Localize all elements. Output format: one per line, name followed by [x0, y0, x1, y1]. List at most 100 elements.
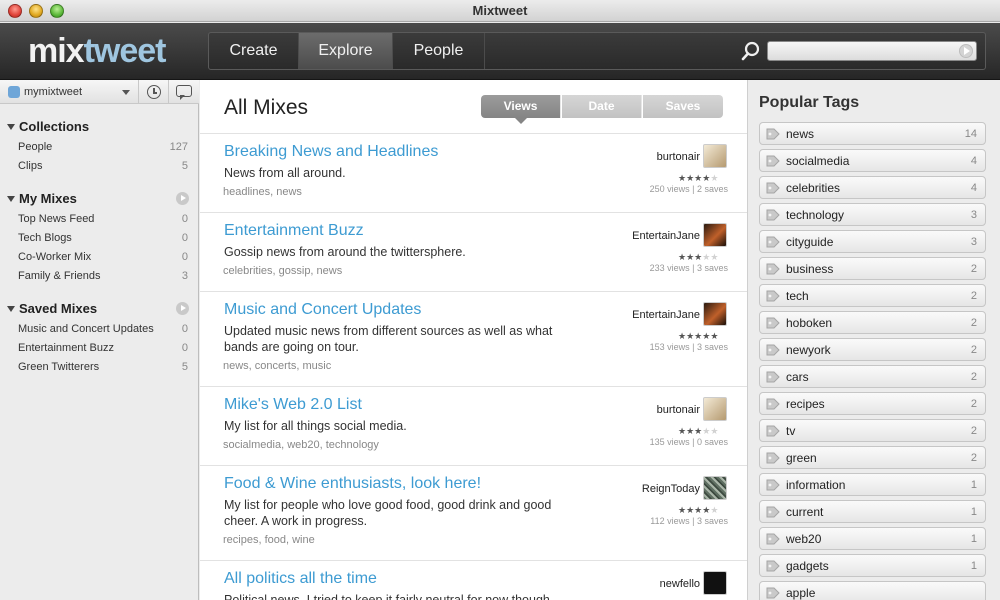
nav-tab-explore[interactable]: Explore [299, 33, 393, 69]
sidebar-item-tech-blogs[interactable]: Tech Blogs 0 [18, 232, 188, 244]
star-icon: ★ [678, 505, 687, 515]
sidebar-item-count: 0 [181, 251, 188, 263]
mix-stats: 250 views | 2 saves [649, 184, 728, 194]
tag-item[interactable]: gadgets 1 [759, 554, 986, 577]
sidebar-item-label: Music and Concert Updates [18, 323, 154, 335]
tag-count: 3 [970, 236, 977, 248]
tag-name: apple [786, 586, 816, 600]
tag-count: 2 [970, 371, 977, 383]
mix-tags[interactable]: socialmedia, web20, technology [223, 439, 379, 451]
mix-author[interactable]: EntertainJane [632, 309, 700, 321]
zoom-window-button[interactable] [50, 4, 64, 18]
mix-row: All politics all the time Political news… [200, 560, 747, 600]
tag-item[interactable]: cityguide 3 [759, 230, 986, 253]
chat-bubble-icon [176, 85, 192, 100]
account-selector[interactable]: mymixtweet [6, 83, 134, 101]
rating-stars: ★★★★★ [678, 173, 718, 184]
section-saved-mixes[interactable]: Saved Mixes [7, 301, 97, 316]
tag-item[interactable]: apple [759, 581, 986, 600]
sidebar-item-music-concert-updates[interactable]: Music and Concert Updates 0 [18, 323, 188, 335]
mix-title-link[interactable]: All politics all the time [224, 570, 377, 588]
tag-item[interactable]: green 2 [759, 446, 986, 469]
disclosure-triangle-icon [7, 305, 15, 312]
tag-item[interactable]: current 1 [759, 500, 986, 523]
star-icon: ★ [678, 252, 687, 262]
mix-tags[interactable]: news, concerts, music [223, 360, 331, 372]
minimize-window-button[interactable] [29, 4, 43, 18]
mix-title-link[interactable]: Breaking News and Headlines [224, 143, 438, 161]
tag-item[interactable]: socialmedia 4 [759, 149, 986, 172]
avatar[interactable] [703, 223, 727, 247]
search-input[interactable] [767, 41, 977, 61]
tag-item[interactable]: hoboken 2 [759, 311, 986, 334]
section-collections[interactable]: Collections [7, 119, 89, 134]
tag-icon [766, 182, 780, 194]
mix-author[interactable]: ReignToday [642, 483, 700, 495]
avatar[interactable] [703, 476, 727, 500]
mix-stats: 112 views | 3 saves [650, 516, 728, 526]
avatar[interactable] [703, 144, 727, 168]
mix-author[interactable]: burtonair [657, 404, 700, 416]
sidebar-item-co-worker-mix[interactable]: Co-Worker Mix 0 [18, 251, 188, 263]
mix-title-link[interactable]: Music and Concert Updates [224, 301, 421, 319]
sidebar-item-top-news-feed[interactable]: Top News Feed 0 [18, 213, 188, 225]
avatar[interactable] [703, 302, 727, 326]
search-icon[interactable] [741, 41, 761, 61]
sidebar-item-label: Tech Blogs [18, 232, 72, 244]
mix-row: Mike's Web 2.0 List My list for all thin… [200, 386, 747, 465]
app-logo[interactable]: mixtweet [28, 31, 167, 71]
star-icon: ★ [686, 331, 695, 341]
mix-tags[interactable]: celebrities, gossip, news [223, 265, 342, 277]
mix-tags[interactable]: headlines, news [223, 186, 302, 198]
tag-item[interactable]: technology 3 [759, 203, 986, 226]
tag-count: 2 [970, 317, 977, 329]
history-button[interactable] [138, 80, 168, 104]
twitter-bird-icon [8, 86, 20, 98]
mix-title-link[interactable]: Food & Wine enthusiasts, look here! [224, 475, 481, 493]
tag-name: socialmedia [786, 154, 850, 168]
sidebar-item-count: 0 [181, 232, 188, 244]
sort-saves-button[interactable]: Saves [643, 95, 723, 118]
tag-item[interactable]: information 1 [759, 473, 986, 496]
tag-name: recipes [786, 397, 825, 411]
mix-tags[interactable]: recipes, food, wine [223, 534, 315, 546]
messages-button[interactable] [168, 80, 198, 104]
sidebar-item-clips[interactable]: Clips 5 [18, 160, 188, 172]
tag-item[interactable]: tech 2 [759, 284, 986, 307]
sidebar-item-label: Top News Feed [18, 213, 95, 225]
tag-item[interactable]: newyork 2 [759, 338, 986, 361]
sidebar-item-people[interactable]: People 127 [18, 141, 188, 153]
mix-row: Music and Concert Updates Updated music … [200, 291, 747, 386]
mix-author[interactable]: newfello [660, 578, 700, 590]
mix-author[interactable]: burtonair [657, 151, 700, 163]
sidebar-item-family-friends[interactable]: Family & Friends 3 [18, 270, 188, 282]
play-icon[interactable] [176, 302, 189, 315]
sidebar-item-entertainment-buzz[interactable]: Entertainment Buzz 0 [18, 342, 188, 354]
tag-item[interactable]: recipes 2 [759, 392, 986, 415]
main-content: All Mixes Views Date Saves Breaking News… [200, 80, 748, 600]
app-header: mixtweet Create Explore People [0, 23, 1000, 80]
tag-item[interactable]: tv 2 [759, 419, 986, 442]
tag-item[interactable]: news 14 [759, 122, 986, 145]
sort-date-button[interactable]: Date [562, 95, 642, 118]
search-go-button[interactable] [959, 44, 973, 58]
mix-title-link[interactable]: Entertainment Buzz [224, 222, 364, 240]
sort-views-button[interactable]: Views [481, 95, 561, 124]
sidebar-item-green-twitterers[interactable]: Green Twitterers 5 [18, 361, 188, 373]
tag-item[interactable]: celebrities 4 [759, 176, 986, 199]
nav-tab-people[interactable]: People [393, 33, 485, 69]
mix-author[interactable]: EntertainJane [632, 230, 700, 242]
mix-title-link[interactable]: Mike's Web 2.0 List [224, 396, 362, 414]
close-window-button[interactable] [8, 4, 22, 18]
tag-item[interactable]: cars 2 [759, 365, 986, 388]
rating-stars: ★★★★★ [678, 505, 718, 516]
nav-tab-create[interactable]: Create [209, 33, 299, 69]
avatar[interactable] [703, 397, 727, 421]
section-my-mixes[interactable]: My Mixes [7, 191, 77, 206]
popular-tags-panel: Popular Tags news 14 socialmedia 4 celebriti… [749, 80, 1000, 600]
tag-item[interactable]: web20 1 [759, 527, 986, 550]
tag-item[interactable]: business 2 [759, 257, 986, 280]
sidebar-item-count: 5 [181, 361, 188, 373]
play-icon[interactable] [176, 192, 189, 205]
avatar[interactable] [703, 571, 727, 595]
